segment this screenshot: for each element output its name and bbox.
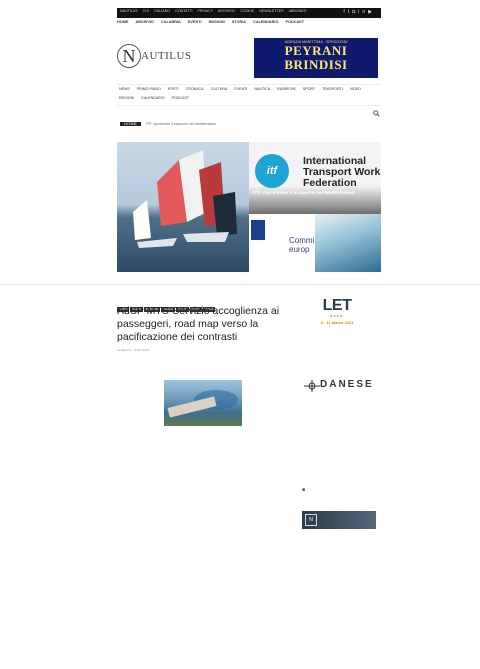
sailing-photo[interactable] (117, 142, 249, 272)
nav-item[interactable]: EVENTI (188, 20, 202, 24)
ticker-badge: ULTIME (120, 122, 141, 126)
eu-flag-icon (251, 220, 265, 240)
image-pier (167, 396, 217, 418)
logo-wordmark: AUTILUS (141, 50, 192, 62)
nav-item[interactable]: REGIONI (119, 96, 134, 100)
site-logo[interactable]: N AUTILUS (117, 42, 227, 82)
nav-item[interactable]: ARCHIVIO (135, 20, 154, 24)
itf-news-card[interactable]: itf International Transport Work Federat… (249, 142, 381, 214)
nav-item[interactable]: CRONACA (186, 87, 204, 91)
secondary-nav-row: REGIONI CALENDARIO PODCAST (117, 94, 381, 103)
banner-logo: N (305, 514, 317, 526)
secondary-nav-row: NEWS PRIMO PIANO PORTI CRONACA CULTURA E… (117, 85, 381, 94)
commission-text: Commi europ (289, 236, 315, 254)
itf-logo: itf (255, 154, 289, 188)
hero-grid: itf International Transport Work Federat… (117, 142, 381, 272)
top-bar: NAUTILUS CHI ITALIANO CONTATTI PRIVACY A… (117, 8, 381, 18)
section-divider (0, 284, 480, 285)
logo-mark: N (117, 44, 141, 68)
primary-nav: HOME ARCHIVIO CALABRIA EVENTI REGIONI ST… (117, 20, 381, 30)
ticker-headline[interactable]: ITF: ripristinare il trasporto nel Medit… (146, 122, 216, 126)
nav-item[interactable]: RUBRICHE (277, 87, 296, 91)
search-icon[interactable] (373, 110, 380, 119)
social-icons: ft◘in▶ (343, 9, 375, 15)
sidebar-bullet-icon: ■ (302, 487, 306, 493)
ship-photo-card[interactable] (315, 214, 381, 272)
nav-item[interactable]: NEWS (119, 87, 130, 91)
danese-name: DANESE (320, 379, 374, 390)
nav-item[interactable]: CALABRIA (161, 20, 181, 24)
let-date: 8 - 11 Marzo 2023 (320, 320, 354, 325)
article-title: AdSP MTS-Servizio accoglienza ai passegg… (117, 305, 280, 343)
let-logo: LET (322, 297, 352, 314)
nav-item[interactable]: PRIMO PIANO (137, 87, 161, 91)
itf-heading: International Transport Work Federation (303, 155, 381, 189)
nav-item[interactable]: CALENDARIO (253, 20, 278, 24)
nav-item[interactable]: CULTURA (211, 87, 228, 91)
top-link[interactable]: CHI (143, 9, 149, 13)
article-image[interactable] (164, 380, 242, 426)
nav-item[interactable]: TRASPORTI (322, 87, 343, 91)
top-link[interactable]: ITALIANO (154, 9, 170, 13)
nav-item[interactable]: REGIONI (209, 20, 225, 24)
nav-item[interactable]: STORIA (232, 20, 246, 24)
nav-item[interactable]: EVENTI (234, 87, 247, 91)
top-link[interactable]: ARCHIVIO (218, 9, 235, 13)
let-sub: EXPO (330, 314, 344, 318)
top-link[interactable]: COOKIE (240, 9, 254, 13)
top-link[interactable]: NEWSLETTER (259, 9, 284, 13)
nav-item[interactable]: VIDEO (350, 87, 361, 91)
linkedin-icon[interactable]: in (358, 9, 368, 15)
nav-item[interactable]: PORTI (168, 87, 179, 91)
sidebar-danese-ad[interactable]: DANESE (304, 378, 380, 394)
nav-item[interactable]: CALENDARIO (141, 96, 164, 100)
nav-item[interactable]: NAUTICA (254, 87, 270, 91)
nav-item[interactable]: PODCAST (285, 20, 304, 24)
youtube-icon[interactable]: ▶ (368, 9, 375, 15)
article-meta: Redazione · 5 Mar 2023 (117, 348, 150, 352)
top-link[interactable]: NAUTILUS (120, 9, 138, 13)
sidebar-let-expo-ad[interactable]: LET EXPO 8 - 11 Marzo 2023 (307, 298, 367, 360)
ad-brand-name: PEYRANI BRINDISI (284, 43, 348, 72)
eu-commission-card[interactable]: Commi europ (249, 214, 315, 272)
sidebar-banner-ad[interactable]: N (302, 511, 376, 529)
danese-logo-icon (304, 380, 320, 392)
top-link[interactable]: CONTATTI (175, 9, 192, 13)
news-ticker: ULTIME ITF: ripristinare il trasporto ne… (120, 122, 360, 129)
top-link[interactable]: PRIVACY (198, 9, 214, 13)
itf-caption[interactable]: ITF: ripristinare il trasporto nel Medit… (253, 191, 373, 197)
secondary-nav: NEWS PRIMO PIANO PORTI CRONACA CULTURA E… (117, 84, 381, 106)
nav-item[interactable]: PODCAST (172, 96, 189, 100)
header-ad-banner[interactable]: AGENZIA MARITTIMA · SPEDIZIONI PEYRANI B… (254, 38, 378, 78)
nav-item[interactable]: SPORT (303, 87, 315, 91)
nav-item[interactable]: HOME (117, 20, 128, 24)
sailboats-illustration (133, 150, 237, 248)
article-categories: NEWS PORTI BRINDISI PUGLIA ITALIA PORTI ITALIA (117, 297, 247, 312)
top-bar-links: NAUTILUS CHI ITALIANO CONTATTI PRIVACY A… (120, 9, 311, 13)
top-link[interactable]: ABBONATI (289, 9, 307, 13)
